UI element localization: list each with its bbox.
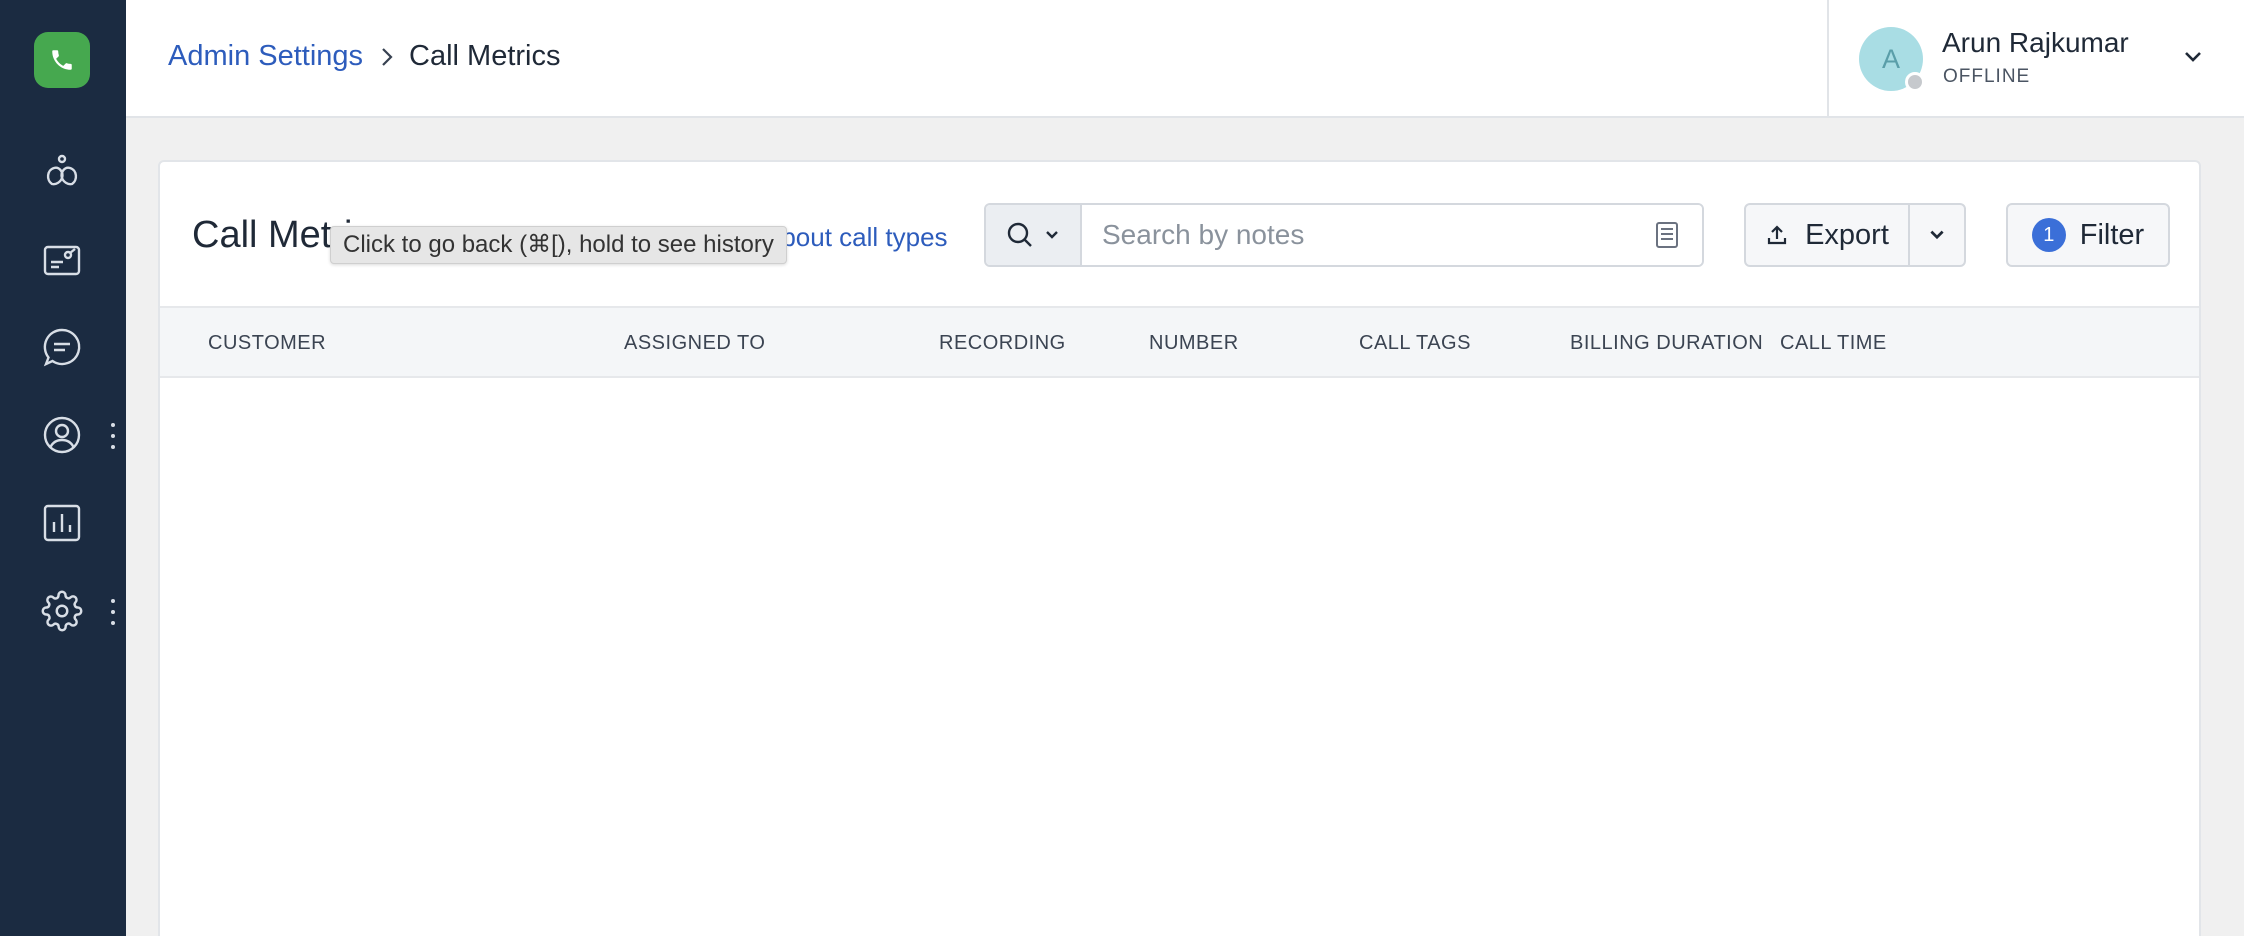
export-button[interactable]: Export — [1746, 205, 1910, 265]
search-icon — [1007, 222, 1032, 247]
phone-logo-icon[interactable] — [34, 32, 90, 88]
export-options-button[interactable] — [1910, 205, 1964, 265]
breadcrumb-admin-settings-link[interactable]: Admin Settings — [168, 40, 363, 73]
chevron-right-icon — [379, 45, 395, 69]
column-header-call-tags[interactable]: CALL TAGS — [1359, 332, 1471, 355]
breadcrumb: Admin Settings Call Metrics — [168, 40, 561, 73]
column-header-assigned-to[interactable]: ASSIGNED TO — [624, 332, 765, 355]
back-button-tooltip: Click to go back (⌘[), hold to see histo… — [330, 226, 787, 264]
search-type-dropdown[interactable] — [986, 205, 1082, 265]
upload-icon — [1767, 225, 1787, 245]
chevron-down-icon — [1046, 231, 1058, 239]
user-menu[interactable]: A Arun Rajkumar OFFLINE — [1827, 0, 2244, 118]
column-header-recording[interactable]: RECORDING — [939, 332, 1066, 355]
settings-icon — [41, 590, 83, 632]
sidebar-item-contacts[interactable] — [33, 406, 91, 464]
settings-more-icon[interactable] — [106, 597, 120, 627]
sidebar-item-conversations[interactable] — [33, 318, 91, 376]
filter-count-badge: 1 — [2031, 218, 2066, 252]
search-bar — [984, 203, 1704, 267]
about-call-types-link[interactable]: About call types — [764, 222, 948, 253]
user-name: Arun Rajkumar — [1942, 27, 2129, 58]
export-label: Export — [1805, 218, 1889, 251]
analytics-icon — [43, 504, 81, 542]
call-metrics-card: Call Metrics About call types Click to g… — [158, 160, 2201, 936]
contacts-icon — [43, 416, 81, 454]
column-header-number[interactable]: NUMBER — [1149, 332, 1239, 355]
export-button-group: Export — [1744, 203, 1966, 267]
column-header-billing-duration[interactable]: BILLING DURATION — [1570, 332, 1763, 355]
dashboard-icon — [43, 245, 81, 276]
presence-status-dot — [1905, 72, 1925, 92]
omnichannel-icon — [46, 154, 78, 186]
top-header: Admin Settings Call Metrics A Arun Rajku… — [126, 0, 2244, 118]
filter-label: Filter — [2079, 218, 2145, 251]
chat-icon — [43, 328, 81, 367]
sidebar-item-omnichannel[interactable] — [33, 143, 91, 201]
sidebar — [0, 0, 126, 936]
column-header-customer[interactable]: CUSTOMER — [208, 332, 326, 355]
column-header-call-time[interactable]: CALL TIME — [1780, 332, 1887, 355]
contacts-more-icon[interactable] — [106, 421, 120, 451]
sidebar-item-analytics[interactable] — [33, 494, 91, 552]
notes-icon — [1632, 205, 1702, 265]
breadcrumb-current: Call Metrics — [409, 40, 561, 72]
table-header: CUSTOMER ASSIGNED TO RECORDING NUMBER CA… — [160, 306, 2199, 378]
sidebar-item-dashboard[interactable] — [33, 231, 91, 289]
search-input[interactable] — [1082, 205, 1632, 265]
chevron-down-icon[interactable] — [2182, 46, 2204, 73]
filter-button[interactable]: 1 Filter — [2006, 203, 2170, 267]
sidebar-item-settings[interactable] — [33, 582, 91, 640]
user-status: OFFLINE — [1943, 66, 2031, 87]
chevron-down-icon — [1930, 230, 1944, 240]
